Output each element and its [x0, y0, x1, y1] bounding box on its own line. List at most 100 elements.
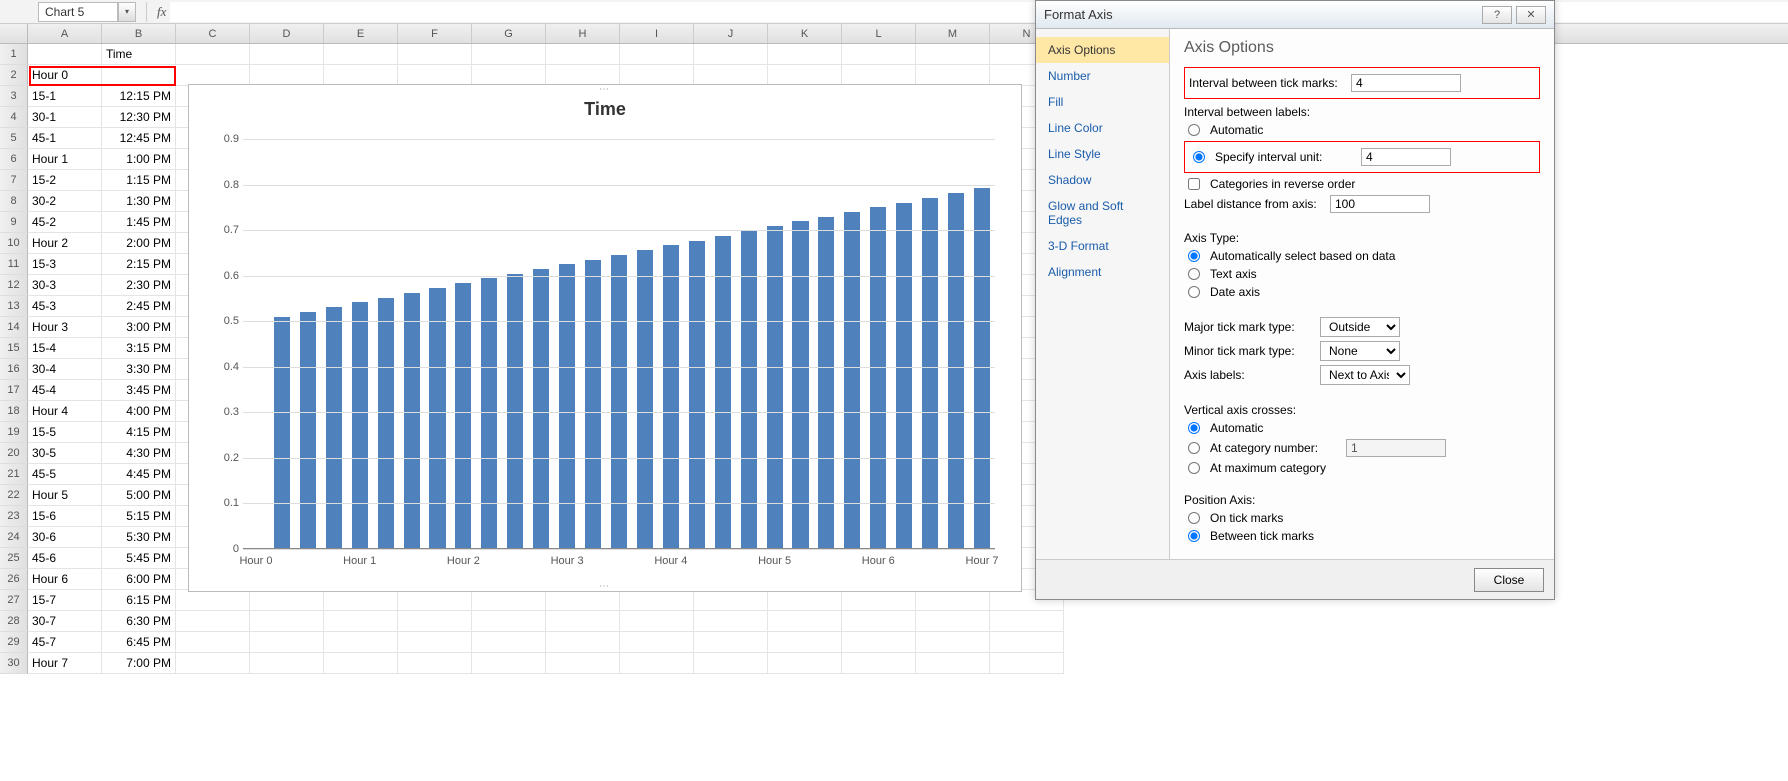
- chart-bar[interactable]: [300, 312, 316, 549]
- cell[interactable]: 1:30 PM: [102, 191, 176, 212]
- row-header[interactable]: 17: [0, 380, 28, 401]
- cell[interactable]: 6:15 PM: [102, 590, 176, 611]
- cell[interactable]: 30-4: [28, 359, 102, 380]
- cell[interactable]: 45-2: [28, 212, 102, 233]
- reverse-order-checkbox[interactable]: [1188, 178, 1200, 190]
- chart-bar[interactable]: [533, 269, 549, 549]
- cell[interactable]: 3:00 PM: [102, 317, 176, 338]
- cell[interactable]: [620, 44, 694, 65]
- cell[interactable]: 45-6: [28, 548, 102, 569]
- cell[interactable]: [916, 632, 990, 653]
- row-header[interactable]: 15: [0, 338, 28, 359]
- cell[interactable]: [916, 65, 990, 86]
- cell[interactable]: [620, 632, 694, 653]
- column-header[interactable]: C: [176, 24, 250, 43]
- cell[interactable]: [324, 632, 398, 653]
- cell[interactable]: 45-4: [28, 380, 102, 401]
- dialog-nav-item[interactable]: Axis Options: [1036, 37, 1169, 63]
- cell[interactable]: 6:45 PM: [102, 632, 176, 653]
- cell[interactable]: [176, 590, 250, 611]
- cell[interactable]: 15-4: [28, 338, 102, 359]
- cell[interactable]: [768, 44, 842, 65]
- cell[interactable]: Hour 0: [28, 65, 102, 86]
- dialog-nav-item[interactable]: Alignment: [1036, 259, 1169, 285]
- row-header[interactable]: 29: [0, 632, 28, 653]
- cell[interactable]: [250, 44, 324, 65]
- cell[interactable]: [324, 44, 398, 65]
- cell[interactable]: 5:00 PM: [102, 485, 176, 506]
- cell[interactable]: [768, 611, 842, 632]
- cell[interactable]: 45-1: [28, 128, 102, 149]
- column-header[interactable]: M: [916, 24, 990, 43]
- cell[interactable]: 1:15 PM: [102, 170, 176, 191]
- column-header[interactable]: H: [546, 24, 620, 43]
- row-header[interactable]: 3: [0, 86, 28, 107]
- cell[interactable]: [176, 653, 250, 674]
- chart-bar[interactable]: [559, 264, 575, 549]
- row-header[interactable]: 21: [0, 464, 28, 485]
- cell[interactable]: [916, 653, 990, 674]
- cell[interactable]: [324, 590, 398, 611]
- cell[interactable]: [694, 611, 768, 632]
- cell[interactable]: [916, 590, 990, 611]
- cell[interactable]: 1:45 PM: [102, 212, 176, 233]
- cell[interactable]: [694, 44, 768, 65]
- cell[interactable]: 12:15 PM: [102, 86, 176, 107]
- cell[interactable]: [842, 590, 916, 611]
- cell[interactable]: [916, 611, 990, 632]
- row-header[interactable]: 18: [0, 401, 28, 422]
- cell[interactable]: 4:30 PM: [102, 443, 176, 464]
- chart-bar[interactable]: [974, 188, 990, 549]
- help-button[interactable]: ?: [1482, 6, 1512, 24]
- cell[interactable]: [546, 44, 620, 65]
- cell[interactable]: [546, 590, 620, 611]
- cell[interactable]: [472, 632, 546, 653]
- cell[interactable]: Hour 2: [28, 233, 102, 254]
- cell[interactable]: [176, 632, 250, 653]
- name-box-dropdown[interactable]: ▾: [118, 2, 136, 22]
- cell[interactable]: [398, 590, 472, 611]
- embedded-chart[interactable]: ⋯ ⋯ Time 00.10.20.30.40.50.60.70.80.9 Ho…: [188, 84, 1022, 592]
- cell[interactable]: [472, 44, 546, 65]
- cell[interactable]: 15-7: [28, 590, 102, 611]
- cell[interactable]: [990, 632, 1064, 653]
- cell[interactable]: [620, 653, 694, 674]
- row-header[interactable]: 30: [0, 653, 28, 674]
- fx-icon[interactable]: fx: [157, 4, 166, 20]
- chart-top-grip[interactable]: ⋯: [599, 84, 611, 95]
- cell[interactable]: [768, 590, 842, 611]
- chart-bar[interactable]: [870, 207, 886, 549]
- cell[interactable]: [398, 44, 472, 65]
- row-header[interactable]: 8: [0, 191, 28, 212]
- column-header[interactable]: K: [768, 24, 842, 43]
- row-header[interactable]: 23: [0, 506, 28, 527]
- cell[interactable]: 2:45 PM: [102, 296, 176, 317]
- cell[interactable]: [694, 632, 768, 653]
- dialog-nav-item[interactable]: Fill: [1036, 89, 1169, 115]
- cell[interactable]: [324, 65, 398, 86]
- row-header[interactable]: 2: [0, 65, 28, 86]
- row-header[interactable]: 19: [0, 422, 28, 443]
- cell[interactable]: 3:45 PM: [102, 380, 176, 401]
- column-header[interactable]: G: [472, 24, 546, 43]
- chart-bar[interactable]: [352, 302, 368, 549]
- chart-bar[interactable]: [922, 198, 938, 549]
- cell[interactable]: [546, 632, 620, 653]
- cell[interactable]: 5:45 PM: [102, 548, 176, 569]
- cell[interactable]: 7:00 PM: [102, 653, 176, 674]
- cell[interactable]: [250, 611, 324, 632]
- cell[interactable]: [990, 611, 1064, 632]
- cell[interactable]: [324, 653, 398, 674]
- chart-bar[interactable]: [429, 288, 445, 549]
- chart-bar[interactable]: [896, 203, 912, 549]
- cell[interactable]: [398, 653, 472, 674]
- minor-tick-select[interactable]: None: [1320, 341, 1400, 361]
- date-axis-radio[interactable]: [1188, 286, 1200, 298]
- auto-based-radio[interactable]: [1188, 250, 1200, 262]
- cross-catnum-radio[interactable]: [1188, 442, 1200, 454]
- row-header[interactable]: 25: [0, 548, 28, 569]
- cell[interactable]: [842, 65, 916, 86]
- row-header[interactable]: 24: [0, 527, 28, 548]
- cell[interactable]: 6:30 PM: [102, 611, 176, 632]
- cell[interactable]: 6:00 PM: [102, 569, 176, 590]
